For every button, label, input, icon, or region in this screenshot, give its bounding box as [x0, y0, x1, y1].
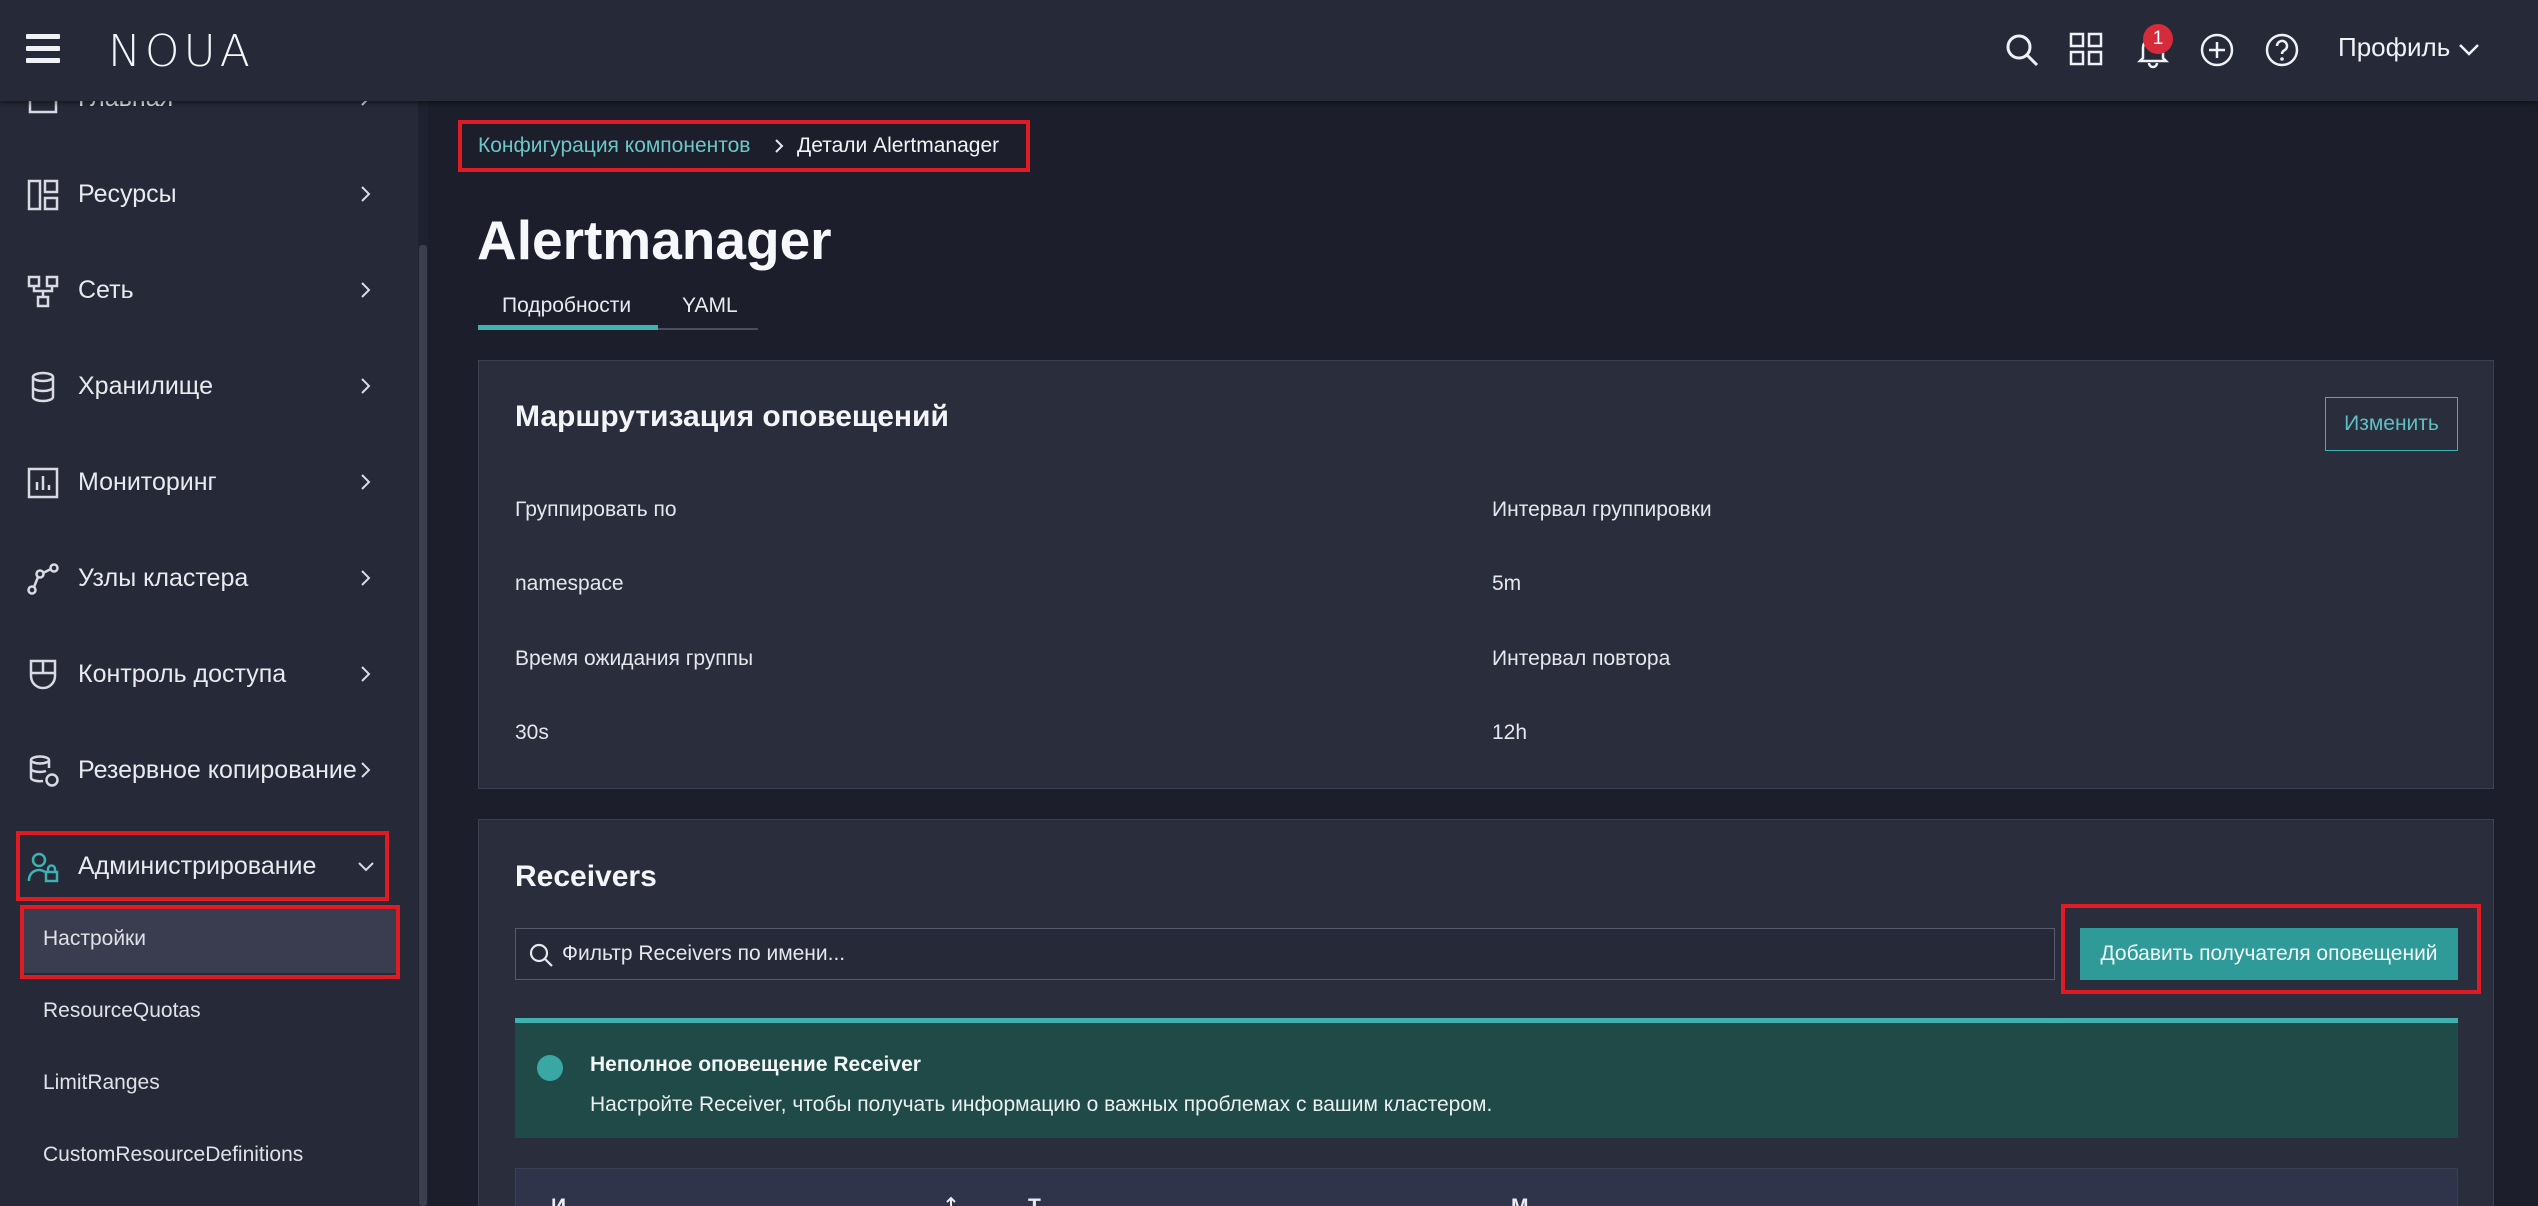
add-circle-icon[interactable]: [2197, 30, 2237, 70]
alert-text: Настройте Receiver, чтобы получать инфор…: [590, 1093, 1493, 1116]
tab-yaml[interactable]: YAML: [682, 294, 738, 318]
incomplete-receiver-alert: Неполное оповещение Receiver Настройте R…: [515, 1018, 2458, 1138]
tab-details[interactable]: Подробности: [502, 294, 631, 318]
sidebar-item-network[interactable]: Сеть: [0, 260, 400, 320]
apps-grid-icon[interactable]: [2067, 30, 2107, 70]
chevron-right-icon: [361, 570, 371, 586]
receivers-filter-input[interactable]: [562, 929, 2042, 979]
chevron-down-icon[interactable]: [2455, 36, 2483, 64]
sidebar-item-label: Контроль доступа: [78, 660, 287, 688]
nodes-icon: [27, 563, 59, 595]
receivers-card-title: Receivers: [515, 860, 657, 893]
sidebar-item-cluster-nodes[interactable]: Узлы кластера: [0, 548, 400, 608]
group-by-value: namespace: [515, 572, 624, 595]
sidebar-item-storage[interactable]: Хранилище: [0, 356, 400, 416]
alert-title: Неполное оповещение Receiver: [590, 1053, 921, 1076]
group-wait-value: 30s: [515, 721, 549, 744]
sidebar-item-label: Ресурсы: [78, 180, 177, 208]
sidebar-item-label: Узлы кластера: [78, 564, 249, 592]
chevron-right-icon: [361, 282, 371, 298]
group-wait-label: Время ожидания группы: [515, 647, 754, 670]
sidebar-subitem-crd[interactable]: CustomResourceDefinitions: [22, 1121, 396, 1189]
sidebar-scroll-thumb[interactable]: [419, 245, 427, 1206]
notification-badge: 1: [2143, 24, 2173, 54]
group-interval-label: Интервал группировки: [1492, 498, 1712, 521]
group-by-label: Группировать по: [515, 498, 677, 521]
sidebar-subitem-resourcequotas[interactable]: ResourceQuotas: [22, 977, 396, 1045]
chevron-right-icon: [361, 666, 371, 682]
app-logo[interactable]: NOUA: [108, 26, 254, 77]
group-interval-value: 5m: [1492, 572, 1522, 595]
receivers-filter[interactable]: [515, 928, 2055, 980]
help-icon[interactable]: [2262, 30, 2302, 70]
menu-icon[interactable]: [26, 34, 60, 64]
sidebar-item-label: Мониторинг: [78, 468, 217, 496]
sidebar-item-access-control[interactable]: Контроль доступа: [0, 644, 400, 704]
sidebar-item-resources[interactable]: Ресурсы: [0, 164, 400, 224]
sidebar-subitem-limitranges[interactable]: LimitRanges: [22, 1049, 396, 1117]
database-icon: [31, 371, 55, 403]
network-icon: [27, 275, 59, 308]
top-header: NOUA 1 Профиль: [0, 0, 2538, 101]
column-header-routing[interactable]: М: [1511, 1195, 1529, 1206]
column-header-name[interactable]: И: [551, 1195, 566, 1206]
backup-icon: [29, 755, 59, 787]
chart-icon: [27, 467, 59, 499]
grid-icon: [27, 179, 59, 211]
chevron-right-icon: [361, 474, 371, 490]
sort-icon[interactable]: [946, 1195, 964, 1206]
search-icon: [529, 943, 553, 967]
sidebar-item-label: Хранилище: [78, 372, 213, 400]
column-header-type[interactable]: Т: [1028, 1195, 1041, 1206]
page-title: Alertmanager: [477, 209, 832, 271]
sidebar-item-label: Сеть: [78, 276, 134, 304]
sidebar-item-monitoring[interactable]: Мониторинг: [0, 452, 400, 512]
edit-button[interactable]: Изменить: [2325, 397, 2458, 451]
shield-icon: [29, 659, 57, 690]
info-icon: [537, 1055, 563, 1081]
sidebar-item-label: Резервное копирование: [78, 756, 357, 784]
highlight-frame: [16, 831, 389, 901]
search-icon[interactable]: [2002, 30, 2042, 70]
receivers-card: [478, 819, 2494, 1206]
routing-card-title: Маршрутизация оповещений: [515, 400, 949, 433]
chevron-right-icon: [361, 378, 371, 394]
receivers-table-header: И Т М: [515, 1168, 2458, 1206]
profile-menu[interactable]: Профиль: [2338, 32, 2450, 63]
active-tab-indicator: [478, 325, 658, 330]
repeat-interval-label: Интервал повтора: [1492, 647, 1671, 670]
highlight-frame: [2061, 904, 2481, 994]
highlight-frame: [20, 905, 400, 979]
repeat-interval-value: 12h: [1492, 721, 1528, 744]
sidebar-item-backup[interactable]: Резервное копирование: [0, 740, 400, 800]
chevron-right-icon: [361, 762, 371, 778]
highlight-frame: [458, 120, 1030, 172]
chevron-right-icon: [361, 186, 371, 202]
